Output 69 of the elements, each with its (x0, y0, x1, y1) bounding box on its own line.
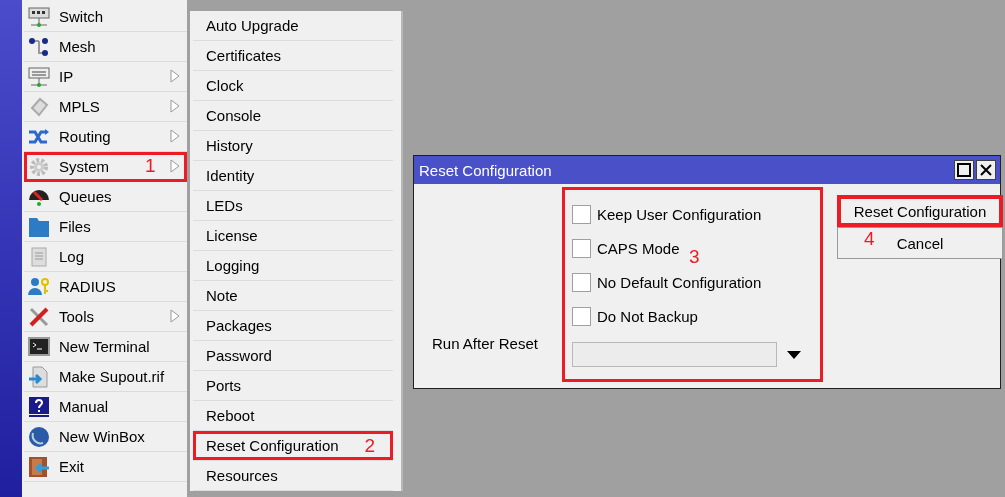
step-number: 2 (364, 434, 376, 457)
menu-item[interactable]: Reboot (193, 401, 393, 431)
maximize-button[interactable] (954, 160, 974, 180)
menu-item[interactable]: Reset Configuration 2 (193, 431, 393, 461)
tag-icon (28, 95, 50, 118)
menu-item[interactable]: IP (24, 62, 187, 92)
checkbox[interactable] (572, 306, 591, 326)
nodes-icon (28, 35, 50, 58)
menu-item[interactable]: License (193, 221, 393, 251)
checkbox-label: No Default Configuration (597, 273, 762, 291)
menu-item[interactable]: Note (193, 281, 393, 311)
gear-icon (28, 155, 50, 178)
terminal-icon (28, 335, 50, 358)
menu-item[interactable]: Files (24, 212, 187, 242)
menu-item[interactable]: Certificates (193, 41, 393, 71)
switch-icon (28, 5, 50, 28)
menu-item[interactable]: Ports (193, 371, 393, 401)
menu-item[interactable]: Switch (24, 2, 187, 32)
checkbox-label: Do Not Backup (597, 307, 698, 325)
folder-icon (28, 215, 50, 238)
menu-item[interactable]: System 1 (24, 152, 187, 182)
menu-item[interactable]: Logging (193, 251, 393, 281)
menu-item[interactable]: New WinBox (24, 422, 187, 452)
step-number: 3 (689, 246, 700, 267)
menu-item[interactable]: Resources (193, 461, 393, 491)
field-label: Run After Reset (432, 335, 539, 352)
menu-item[interactable]: Identity (193, 161, 393, 191)
menu-item[interactable]: Auto Upgrade (193, 11, 393, 41)
menu-item[interactable]: Routing (24, 122, 187, 152)
menu-item[interactable]: Console (193, 101, 393, 131)
checkbox[interactable] (572, 272, 591, 292)
menu-item[interactable]: Clock (193, 71, 393, 101)
tools-icon (28, 305, 50, 328)
menu-item[interactable]: Manual (24, 392, 187, 422)
menu-item[interactable]: History (193, 131, 393, 161)
submenu-arrow-icon (170, 69, 180, 83)
checkbox[interactable] (572, 204, 591, 224)
submenu-arrow-icon (170, 309, 180, 323)
dropdown-field[interactable] (572, 342, 777, 367)
checkbox-label: Keep User Configuration (597, 205, 762, 223)
menu-item[interactable]: RADIUS (24, 272, 187, 302)
step-number: 1 (145, 155, 156, 176)
menu-item[interactable]: New Terminal (24, 332, 187, 362)
menu-item[interactable]: Tools (24, 302, 187, 332)
menu-item[interactable]: Log (24, 242, 187, 272)
close-button[interactable] (976, 160, 996, 180)
globe-icon (28, 425, 50, 448)
menu-item[interactable]: Exit (24, 452, 187, 482)
menu-item[interactable]: Packages (193, 311, 393, 341)
menu-item[interactable]: Make Supout.rif (24, 362, 187, 392)
checkbox-label: CAPS Mode (597, 239, 680, 257)
step-number: 4 (864, 228, 875, 249)
submenu-arrow-icon (170, 129, 180, 143)
menu-item[interactable]: Password (193, 341, 393, 371)
notepad-icon (28, 245, 50, 268)
menu-item[interactable]: Mesh (24, 32, 187, 62)
dropdown-arrow-icon[interactable] (787, 350, 801, 359)
window-title: Reset Configuration (419, 161, 552, 179)
menu-item[interactable]: LEDs (193, 191, 393, 221)
submenu-arrow-icon (170, 99, 180, 113)
menu-item[interactable]: MPLS (24, 92, 187, 122)
monitor-icon (28, 65, 50, 88)
help-book-icon (28, 395, 50, 418)
dialog-button[interactable]: Reset Configuration (837, 195, 1003, 227)
submenu-arrow-icon (170, 159, 180, 173)
file-arrow-icon (28, 365, 50, 388)
user-key-icon (28, 275, 50, 298)
checkbox[interactable] (572, 238, 591, 258)
menu-item[interactable]: Queues (24, 182, 187, 212)
